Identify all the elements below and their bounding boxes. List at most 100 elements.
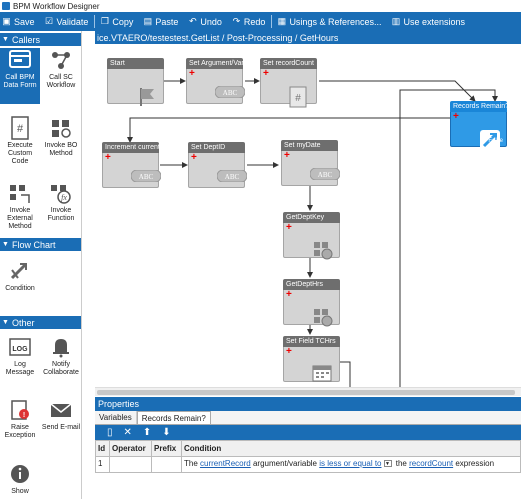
use-extensions-button[interactable]: ▥ Use extensions [391,17,465,27]
save-icon: ▣ [2,16,11,26]
node-records-remain[interactable]: Records Remain? + False [450,101,507,150]
plus-icon[interactable]: + [286,223,292,233]
tool-notify-collaborate[interactable]: Notify Collaborate [41,335,81,377]
plus-icon[interactable]: + [191,153,197,163]
node-set-recordcount[interactable]: Set recordCount + # [260,58,317,108]
connector-setrec-records [319,80,476,102]
tool-call-sc-workflow[interactable]: Call SC Workflow [41,48,81,90]
svg-text:ABC: ABC [222,89,237,97]
tool-execute-custom-code[interactable]: # Execute Custom Code [0,116,40,166]
node-set-deptid[interactable]: Set DeptID + ABC [188,142,247,188]
svg-text:ABC: ABC [317,171,332,179]
copy-icon: ❐ [100,16,109,26]
tab-records-remain[interactable]: Records Remain? [136,411,211,424]
svg-text:ABC: ABC [138,173,153,181]
condition-link-variable[interactable]: currentRecord [200,459,251,468]
plus-icon[interactable]: + [263,69,269,79]
move-down-icon[interactable]: ⬇ [162,427,170,438]
copy-button[interactable]: ❐ Copy [100,16,134,27]
canvas-horizontal-scrollbar[interactable] [95,387,521,396]
category-flowchart-header[interactable]: ▼ Flow Chart [0,238,81,251]
cell-prefix[interactable] [151,456,182,473]
properties-title: Properties [95,397,521,411]
bell-icon [48,335,74,359]
cell-operator[interactable] [109,456,152,473]
tool-condition[interactable]: Condition [0,259,40,293]
save-button[interactable]: ▣ Save [2,16,34,27]
plus-icon[interactable]: + [286,290,292,300]
condition-link-operator[interactable]: is less or equal to [319,459,381,468]
dropdown-icon[interactable]: ▼ [383,460,392,468]
code-icon: # [7,116,33,140]
chevron-down-icon: ▼ [2,241,9,248]
column-header-id[interactable]: Id [95,440,110,457]
column-header-prefix[interactable]: Prefix [151,440,182,457]
connector-records-inc [127,117,450,143]
column-header-operator[interactable]: Operator [109,440,152,457]
cell-condition: The currentRecord argument/variable is l… [181,456,521,473]
move-up-icon[interactable]: ⬆ [143,427,151,438]
cell-id: 1 [95,456,110,473]
undo-button[interactable]: ↶ Undo [188,17,222,27]
tab-variables[interactable]: Variables [95,411,137,424]
plus-icon[interactable]: + [105,153,111,163]
activity-palette: ▼ Callers Call BPM Data Form Call SC Work… [0,31,82,499]
email-icon [48,398,74,422]
chevron-down-icon: ▼ [2,319,9,326]
node-start[interactable]: Start [107,58,164,106]
tool-log-message[interactable]: LOG Log Message [0,335,40,377]
toolbar-separator [94,15,96,28]
tool-invoke-bo-method[interactable]: Invoke BO Method [41,116,81,158]
tool-show[interactable]: Show [0,462,40,496]
properties-panel: Properties Variables Records Remain? ▯ ✕… [95,397,521,499]
exception-icon: ! [7,398,33,422]
conditions-table: Id Operator Prefix Condition 1 The curre… [95,440,521,473]
node-set-mydate[interactable]: Set myDate + ABC [281,140,340,186]
node-set-field-tchrs[interactable]: Set Field TCHrs + [283,336,340,382]
usings-references-button[interactable]: ▦ Usings & References... [277,17,382,27]
workflow-canvas[interactable]: Start Set Argument/Vari + ABC Set record… [95,44,521,396]
category-callers-header[interactable]: ▼ Callers [0,33,81,46]
bpm-designer-window: BPM Workflow Designer ▣ Save ☑ Validate ❐ C… [0,0,521,499]
node-set-argument[interactable]: Set Argument/Vari + ABC [186,58,245,104]
delete-icon[interactable]: ✕ [124,427,132,438]
function-icon: fx [48,181,74,205]
node-increment-current[interactable]: Increment currentI + ABC [102,142,161,188]
plus-icon[interactable]: + [284,151,290,161]
tool-call-bpm-data-form[interactable]: Call BPM Data Form [0,48,40,104]
svg-text:ABC: ABC [224,173,239,181]
node-get-depthrs[interactable]: GetDeptHrs + [283,279,340,327]
new-icon[interactable]: ▯ [107,427,113,438]
svg-text:#: # [295,93,301,104]
conditions-toolbar: ▯ ✕ ⬆ ⬇ [95,425,521,440]
app-icon [2,2,10,10]
validate-icon: ☑ [44,16,54,26]
tool-send-email[interactable]: Send E-mail [41,398,81,432]
category-other-header[interactable]: ▼ Other [0,316,81,329]
tool-invoke-external-method[interactable]: Invoke External Method [0,181,40,231]
plus-icon[interactable]: + [286,347,292,357]
node-get-deptkey[interactable]: GetDeptKey + [283,212,340,260]
redo-button[interactable]: ↷ Redo [232,17,266,27]
redo-icon: ↷ [232,16,241,26]
chevron-down-icon: ▼ [2,36,9,43]
breadcrumb: ice.VTAERO/testestest.GetList / Post-Pro… [95,31,521,44]
window-title: BPM Workflow Designer [13,1,100,11]
condition-icon [7,259,33,283]
svg-text:!: ! [23,412,25,419]
plus-icon[interactable]: + [453,112,459,122]
plus-icon[interactable]: + [189,69,195,79]
extensions-icon: ▥ [391,16,401,26]
paste-button[interactable]: ▤ Paste [143,16,179,27]
paste-icon: ▤ [143,16,153,26]
column-header-condition[interactable]: Condition [181,440,521,457]
table-row[interactable]: 1 The currentRecord argument/variable is… [95,456,521,473]
tool-raise-exception[interactable]: ! Raise Exception [0,398,40,440]
form-icon [7,48,33,72]
scrollbar-thumb[interactable] [97,390,515,395]
condition-link-expression[interactable]: recordCount [409,459,453,468]
tool-invoke-function[interactable]: fx Invoke Function [41,181,81,223]
properties-tabs: Variables Records Remain? [95,411,521,425]
validate-button[interactable]: ☑ Validate [44,16,88,27]
external-method-icon [7,181,33,205]
